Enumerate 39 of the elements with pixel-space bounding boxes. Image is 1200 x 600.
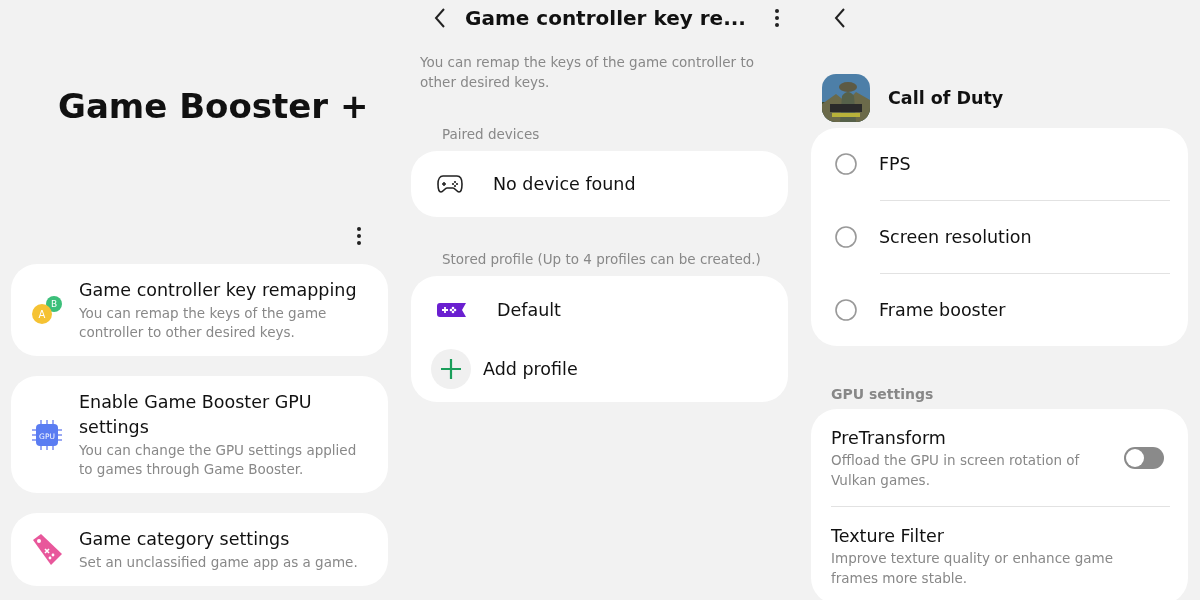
back-icon[interactable] — [433, 7, 447, 29]
radio-button[interactable] — [835, 299, 857, 321]
setting-description: Improve texture quality or enhance game frames more stable. — [831, 549, 1114, 588]
screen-description: You can remap the keys of the game controller to other desired keys. — [420, 53, 755, 92]
settings-card[interactable]: Game category settings Set an unclassified game app as a game. — [11, 513, 388, 586]
screen-title: Game controller key re... — [465, 5, 746, 32]
option-row[interactable]: Screen resolution — [811, 201, 1188, 273]
card-description: Set an unclassified game app as a game. — [79, 553, 358, 572]
more-options-icon[interactable] — [356, 226, 362, 246]
settings-card[interactable]: B A Game controller key remapping You can remap the keys of the game controller to other desired keys. — [11, 264, 388, 356]
section-label: Stored profile (Up to 4 profiles can be created.) — [442, 251, 762, 267]
card-description: You can change the GPU settings applied to games through Game Booster. — [79, 441, 358, 479]
app-name: Call of Duty — [888, 88, 1004, 108]
card-description: You can remap the keys of the game controller to other desired keys. — [79, 304, 328, 342]
device-status: No device found — [493, 174, 636, 194]
setting-title: Texture Filter — [831, 525, 945, 548]
option-label: Frame booster — [879, 300, 1006, 320]
add-profile-link[interactable]: Add profile — [483, 359, 578, 379]
profile-name[interactable]: Default — [497, 300, 561, 320]
setting-description: Offload the GPU in screen rotation of Vulkan games. — [831, 451, 1081, 490]
gamepad-icon — [437, 174, 463, 194]
card-title: Game controller key remapping — [79, 279, 358, 302]
option-label: Screen resolution — [879, 227, 1032, 247]
page-title: Game Booster + — [58, 85, 370, 128]
toggle-switch[interactable] — [1124, 447, 1164, 469]
setting-title: PreTransform — [831, 427, 947, 450]
card-title: Game category settings — [79, 528, 291, 551]
radio-button[interactable] — [835, 226, 857, 248]
gamepad-badge-icon — [437, 302, 467, 318]
section-label: GPU settings — [831, 386, 935, 402]
option-row[interactable]: FPS — [811, 128, 1188, 200]
more-options-icon[interactable] — [773, 8, 780, 28]
option-row[interactable]: Frame booster — [811, 274, 1188, 346]
back-icon[interactable] — [833, 7, 847, 29]
add-icon[interactable] — [431, 349, 471, 389]
section-label: Paired devices — [442, 126, 541, 142]
option-label: FPS — [879, 154, 911, 174]
card-title: Enable Game Booster GPU settings — [79, 391, 313, 439]
radio-button[interactable] — [835, 153, 857, 175]
